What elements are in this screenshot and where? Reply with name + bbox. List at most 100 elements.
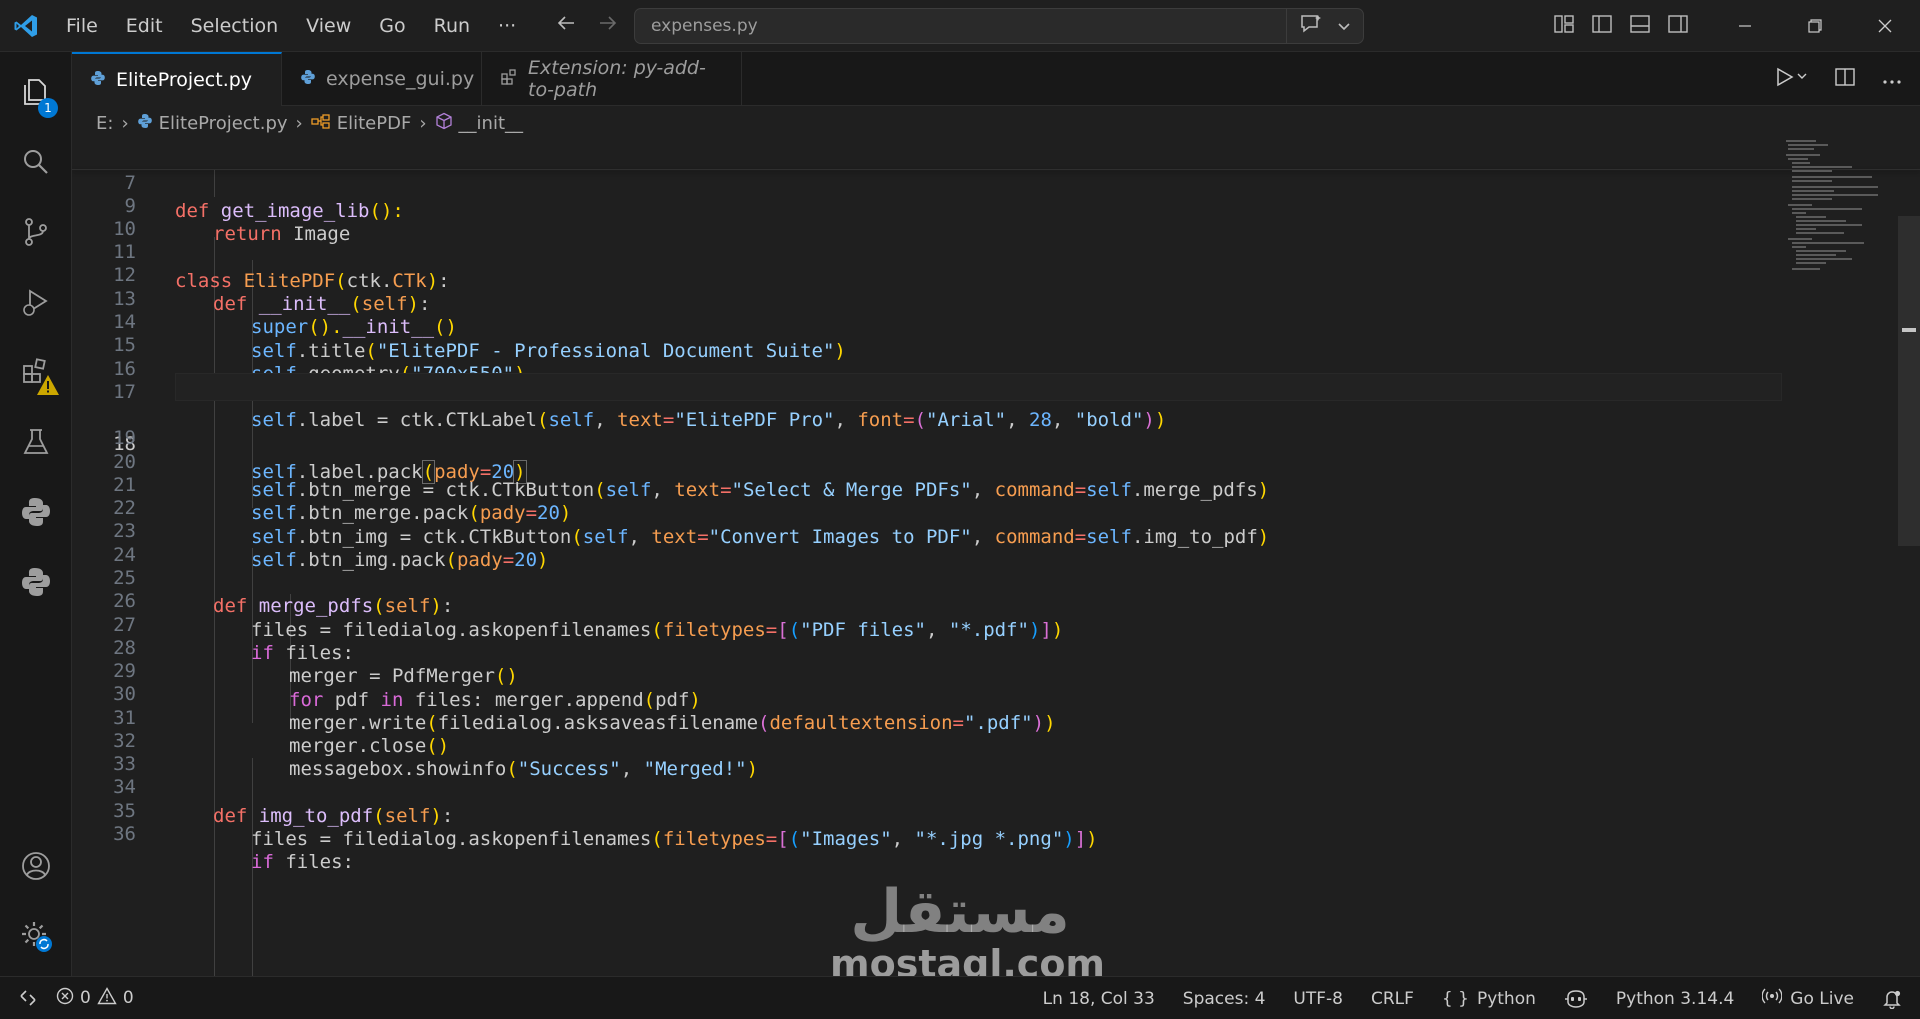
restore-icon[interactable] [1780, 0, 1850, 52]
minimap-line [1792, 198, 1832, 200]
remote-indicator-icon[interactable] [0, 977, 56, 1019]
minimap[interactable] [1782, 140, 1882, 340]
source-control-icon[interactable] [0, 200, 72, 264]
minimap-line [1792, 246, 1806, 248]
problems-indicator[interactable]: 0 0 [56, 986, 134, 1010]
menu-go[interactable]: Go [365, 8, 419, 44]
more-actions-icon[interactable] [1882, 70, 1902, 89]
close-icon[interactable] [1850, 0, 1920, 52]
extensions-icon[interactable] [0, 340, 72, 404]
minimap-line [1792, 268, 1820, 270]
editor-actions [1774, 52, 1902, 106]
command-center[interactable]: expenses.py [634, 8, 1364, 44]
accounts-icon[interactable] [0, 834, 72, 898]
minimap-line [1786, 154, 1820, 156]
menu-view[interactable]: View [292, 8, 365, 44]
go-live-button[interactable]: Go Live [1761, 987, 1854, 1010]
warning-outline-icon [97, 986, 117, 1010]
minimap-line [1796, 216, 1826, 218]
customize-layout-icon[interactable] [1552, 13, 1576, 39]
minimap-line [1792, 162, 1810, 164]
python-file-icon [90, 69, 106, 91]
extension-tab-icon [500, 68, 518, 91]
menu-edit[interactable]: Edit [112, 8, 177, 44]
tab-label: Extension: py-add-to-path [528, 57, 706, 101]
breadcrumb-drive[interactable]: E: [96, 113, 113, 134]
breadcrumb-file[interactable]: EliteProject.py [159, 113, 288, 134]
run-python-file-icon[interactable] [1774, 66, 1808, 92]
search-icon[interactable] [0, 130, 72, 194]
window-controls [1710, 0, 1920, 52]
minimap-line [1786, 140, 1816, 142]
breadcrumb-class[interactable]: ElitePDF [337, 113, 412, 134]
split-editor-icon[interactable] [1834, 66, 1856, 92]
manage-gear-icon[interactable] [0, 904, 72, 968]
copilot-status-icon[interactable] [1564, 989, 1588, 1009]
minimap-line [1792, 208, 1862, 210]
forward-arrow-icon[interactable] [596, 12, 618, 40]
minimap-line [1792, 212, 1806, 214]
explorer-badge: 1 [38, 98, 58, 118]
python-file-icon [137, 113, 153, 134]
vscode-logo-icon [0, 0, 52, 52]
toggle-primary-sidebar-icon[interactable] [1590, 13, 1614, 39]
tab-label: EliteProject.py [116, 69, 253, 91]
python-environments-icon[interactable] [0, 550, 72, 614]
minimap-line [1796, 250, 1846, 252]
menu-selection[interactable]: Selection [177, 8, 293, 44]
minimap-line [1792, 180, 1832, 182]
chevron-down-icon[interactable] [1337, 17, 1351, 36]
code-editor[interactable]: 7 def get_image_lib(): 9 return Image 10… [72, 140, 1920, 976]
activity-bar: 1 [0, 52, 72, 976]
testing-icon[interactable] [0, 410, 72, 474]
tab-extension[interactable]: Extension: py-add-to-path [482, 52, 742, 106]
python-interpreter[interactable]: Python 3.14.4 [1616, 989, 1734, 1009]
minimap-line [1792, 242, 1864, 244]
command-center-text: expenses.py [651, 16, 758, 36]
code-text: if files: [251, 851, 354, 873]
scrollbar-cursor-marker [1902, 328, 1916, 332]
chevron-right-icon: › [295, 112, 303, 134]
minimap-line [1796, 228, 1816, 230]
minimap-line [1788, 238, 1812, 240]
braces-icon: { } [1441, 988, 1469, 1009]
tab-eliteproject[interactable]: EliteProject.py [72, 52, 282, 106]
minimize-icon[interactable] [1710, 0, 1780, 52]
back-arrow-icon[interactable] [556, 12, 578, 40]
menu-more[interactable]: ··· [484, 8, 530, 44]
minimap-line [1792, 170, 1832, 172]
error-icon [56, 987, 74, 1010]
tab-expense-gui[interactable]: expense_gui.py [282, 52, 482, 106]
indentation[interactable]: Spaces: 4 [1183, 989, 1266, 1009]
copilot-chat-icon[interactable] [1299, 13, 1323, 39]
tab-bar: EliteProject.py expense_gui.py Extension… [72, 52, 1920, 106]
chevron-right-icon: › [419, 112, 427, 134]
breadcrumb-member[interactable]: __init__ [459, 113, 523, 134]
language-label: Python [1476, 988, 1536, 1009]
menu-file[interactable]: File [52, 8, 112, 44]
python-icon[interactable] [0, 480, 72, 544]
encoding[interactable]: UTF-8 [1293, 989, 1343, 1009]
broadcast-icon [1761, 987, 1783, 1010]
minimap-line [1796, 232, 1844, 234]
minimap-line [1796, 262, 1826, 264]
end-of-line[interactable]: CRLF [1371, 989, 1414, 1009]
minimap-line [1792, 176, 1872, 178]
cursor-position[interactable]: Ln 18, Col 33 [1043, 989, 1155, 1009]
minimap-line [1792, 194, 1878, 196]
toggle-secondary-sidebar-icon[interactable] [1666, 13, 1690, 39]
warning-count: 0 [122, 988, 134, 1008]
toggle-panel-icon[interactable] [1628, 13, 1652, 39]
minimap-line [1788, 204, 1812, 206]
vertical-scrollbar[interactable] [1898, 216, 1920, 546]
line-number: 36 [113, 822, 136, 845]
language-mode[interactable]: { } Python [1442, 989, 1536, 1009]
nav-arrows [556, 0, 618, 52]
minimap-line [1788, 148, 1814, 150]
run-and-debug-icon[interactable] [0, 270, 72, 334]
notifications-bell-icon[interactable] [1882, 989, 1902, 1009]
explorer-icon[interactable]: 1 [0, 60, 72, 124]
menu-run[interactable]: Run [420, 8, 484, 44]
minimap-line [1792, 166, 1852, 168]
tab-label: expense_gui.py [326, 68, 475, 90]
